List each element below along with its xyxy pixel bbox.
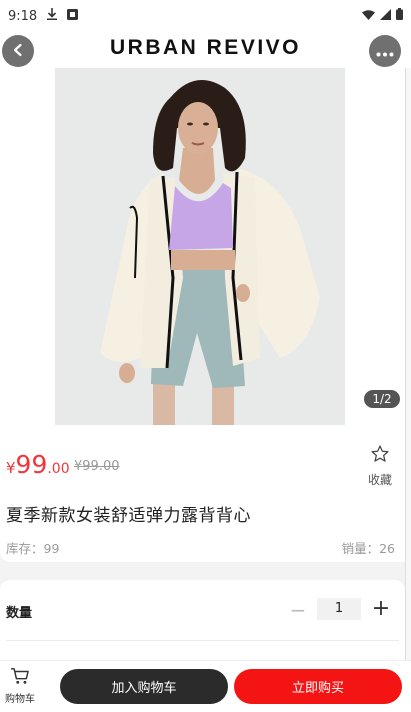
price-decimal: .00 bbox=[47, 461, 70, 477]
product-gallery[interactable]: 1/2 bbox=[0, 68, 411, 432]
brand-logo: URBAN REVIVO bbox=[109, 36, 302, 59]
battery-icon bbox=[396, 8, 403, 24]
product-detail-page: 9:18 URBAN REVIVO 1/2 ¥ 99 .00 ¥99.00 收藏… bbox=[0, 0, 411, 712]
wifi-icon bbox=[362, 9, 375, 24]
original-price: ¥99.00 bbox=[74, 459, 120, 474]
quantity-increase-button[interactable]: + bbox=[370, 596, 392, 621]
download-icon bbox=[47, 8, 58, 24]
bottom-action-bar: 购物车 加入购物车 立即购买 bbox=[0, 660, 411, 712]
gallery-page-indicator: 1/2 bbox=[364, 390, 400, 408]
divider bbox=[6, 640, 399, 641]
status-bar: 9:18 bbox=[0, 0, 411, 32]
cart-label: 购物车 bbox=[5, 694, 35, 705]
sales-count: 销量：26 bbox=[341, 541, 395, 556]
quantity-input[interactable]: 1 bbox=[317, 598, 361, 620]
app-header: URBAN REVIVO bbox=[0, 32, 411, 68]
stock-count: 库存：99 bbox=[6, 541, 60, 556]
quantity-decrease-button[interactable]: − bbox=[288, 598, 308, 622]
product-title: 夏季新款女装舒适弹力露背背心 bbox=[6, 506, 251, 526]
more-button[interactable] bbox=[369, 35, 401, 67]
product-price: ¥ 99 .00 bbox=[6, 450, 70, 479]
buy-now-button[interactable]: 立即购买 bbox=[234, 669, 402, 704]
cart-button[interactable]: 购物车 bbox=[0, 667, 40, 705]
price-currency: ¥ bbox=[6, 459, 16, 477]
product-photo[interactable] bbox=[55, 68, 345, 425]
price-integer: 99 bbox=[15, 450, 48, 479]
quantity-card: 数量 − 1 + bbox=[0, 580, 405, 670]
add-to-cart-button[interactable]: 加入购物车 bbox=[60, 669, 228, 704]
notification-icon bbox=[67, 8, 79, 24]
signal-icon bbox=[380, 8, 391, 24]
cart-icon bbox=[10, 668, 30, 689]
favorite-button[interactable]: 收藏 bbox=[363, 444, 397, 488]
favorite-label: 收藏 bbox=[367, 473, 392, 487]
scroll-edge bbox=[405, 68, 411, 668]
quantity-label: 数量 bbox=[6, 606, 33, 621]
star-icon bbox=[370, 445, 390, 468]
status-time: 9:18 bbox=[8, 8, 38, 24]
product-info-card: ¥ 99 .00 ¥99.00 收藏 夏季新款女装舒适弹力露背背心 库存：99 … bbox=[0, 432, 411, 562]
more-dots-icon bbox=[376, 42, 394, 61]
